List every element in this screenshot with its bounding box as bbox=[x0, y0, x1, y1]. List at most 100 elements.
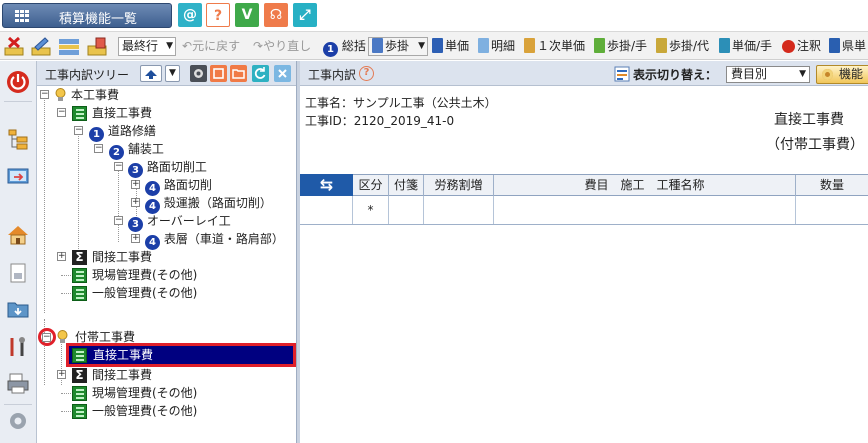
column-quantity[interactable]: 数量 bbox=[796, 175, 868, 196]
column-category[interactable]: 区分 bbox=[353, 175, 389, 196]
screen-icon[interactable] bbox=[6, 165, 30, 189]
gear-icon[interactable] bbox=[6, 409, 30, 433]
feature-list-button[interactable]: 積算機能一覧 bbox=[2, 3, 172, 28]
tree-node-site-management-2[interactable]: 現場管理費(その他) bbox=[92, 384, 197, 402]
swap-columns-button[interactable]: ⇆ bbox=[300, 174, 353, 196]
expand-toggle[interactable]: + bbox=[57, 252, 66, 261]
final-row-select[interactable]: 最終行 ▼ bbox=[118, 37, 176, 56]
column-sticky[interactable]: 付箋 bbox=[389, 175, 424, 196]
tree-node-label: 殻運搬（路面切削） bbox=[163, 196, 272, 210]
tree-view-icon[interactable] bbox=[6, 127, 30, 151]
cell-quantity[interactable] bbox=[796, 196, 868, 224]
cell-category[interactable]: * bbox=[353, 196, 389, 224]
cell-item-name[interactable] bbox=[494, 196, 796, 224]
chevron-down-icon[interactable]: ▼ bbox=[165, 65, 180, 82]
tree-node-label: 直接工事費 bbox=[92, 106, 153, 120]
first-unit-price-button[interactable]: １次単価 bbox=[524, 36, 585, 57]
project-name: 工事名：サンプル工事（公共土木） bbox=[305, 96, 497, 110]
tree-node-surface-cutting-work[interactable]: 3 路面切削工 bbox=[128, 158, 207, 178]
collapse-toggle[interactable]: − bbox=[114, 162, 123, 171]
expand-toggle[interactable]: + bbox=[131, 180, 140, 189]
project-icon bbox=[55, 88, 66, 101]
refresh-icon[interactable] bbox=[252, 65, 269, 82]
tree-node-debris-transport[interactable]: 4 殻運搬（路面切削） bbox=[145, 194, 272, 214]
tree-node-indirect-cost-2[interactable]: 間接工事費 bbox=[92, 366, 152, 384]
ratio-sub-button[interactable]: 歩掛/代 bbox=[656, 36, 709, 57]
tree-body: − 本工事費 − 直接工事費 − 1 道路修繕 − 2 舗装工 − 3 路面切削… bbox=[37, 86, 296, 443]
collapse-toggle[interactable]: − bbox=[94, 144, 103, 153]
tree-node-label: オーバーレイ工 bbox=[146, 214, 231, 228]
tree-node-site-management[interactable]: 現場管理費(その他) bbox=[92, 266, 197, 284]
collapse-toggle[interactable]: − bbox=[40, 90, 49, 99]
column-labor-premium[interactable]: 労務割増 bbox=[424, 175, 494, 196]
view-select[interactable]: 費目別 ▼ bbox=[726, 66, 810, 83]
rail-divider bbox=[4, 404, 32, 405]
details-button[interactable]: 明細 bbox=[478, 36, 515, 57]
document-icon[interactable] bbox=[6, 261, 30, 285]
expand-toggle[interactable]: + bbox=[131, 234, 140, 243]
folder-open-icon[interactable] bbox=[230, 65, 247, 82]
tree-node-direct-cost[interactable]: 直接工事費 bbox=[92, 104, 152, 122]
tree-node-surface-cutting[interactable]: 4 路面切削 bbox=[145, 176, 212, 196]
power-icon[interactable] bbox=[6, 70, 30, 94]
help-icon[interactable]: ? bbox=[359, 66, 374, 81]
close-icon[interactable] bbox=[274, 65, 291, 82]
collapse-toggle[interactable]: − bbox=[114, 216, 123, 225]
table-row[interactable]: * bbox=[300, 196, 868, 225]
tree-node-road-repair[interactable]: 1 道路修繕 bbox=[89, 122, 156, 142]
row-handle[interactable] bbox=[300, 196, 353, 224]
level-2-icon: 2 bbox=[109, 145, 124, 160]
beginner-icon[interactable]: V bbox=[235, 3, 259, 27]
function-button[interactable]: 機能 bbox=[816, 65, 868, 84]
list-icon bbox=[72, 106, 87, 121]
cell-sticky[interactable] bbox=[389, 196, 424, 224]
prefecture-button[interactable]: 県単 bbox=[829, 36, 866, 57]
folder-icon[interactable] bbox=[6, 297, 30, 321]
collapse-toggle[interactable]: − bbox=[57, 108, 66, 117]
collapse-toggle[interactable]: − bbox=[74, 126, 83, 135]
tree-guide-line bbox=[61, 293, 71, 294]
tree-node-general-management-2[interactable]: 一般管理費(その他) bbox=[92, 402, 197, 420]
support-icon[interactable]: ☊ bbox=[264, 3, 288, 27]
delete-row-icon[interactable] bbox=[3, 36, 25, 57]
tree-node-overlay-work[interactable]: 3 オーバーレイ工 bbox=[128, 212, 231, 232]
tree-node-general-management[interactable]: 一般管理費(その他) bbox=[92, 284, 197, 302]
note-button[interactable]: 注釈 bbox=[782, 36, 821, 57]
expand-toggle[interactable]: + bbox=[57, 370, 66, 379]
edit-row-icon[interactable] bbox=[30, 36, 52, 57]
redo-button[interactable]: ↷やり直し bbox=[253, 36, 311, 57]
tree-node-indirect-cost[interactable]: 間接工事費 bbox=[92, 248, 152, 266]
pin-icon[interactable] bbox=[140, 65, 162, 82]
unit-price-button[interactable]: 単価 bbox=[432, 36, 469, 57]
chevron-down-icon: ▼ bbox=[418, 41, 425, 51]
ratio-hand-button[interactable]: 歩掛/手 bbox=[594, 36, 647, 57]
tree-node-surface-layer[interactable]: 4 表層（車道・路肩部） bbox=[145, 230, 284, 250]
tree-node-paving[interactable]: 2 舗装工 bbox=[109, 140, 164, 160]
collapse-toggle[interactable]: − bbox=[42, 333, 51, 342]
tools-icon[interactable] bbox=[6, 335, 30, 359]
ratio-select[interactable]: 歩掛 ▼ bbox=[368, 37, 428, 56]
expand-toggle[interactable]: + bbox=[131, 198, 140, 207]
list-icon bbox=[72, 404, 87, 419]
home-icon[interactable] bbox=[6, 223, 30, 247]
undo-button[interactable]: ↶元に戻す bbox=[182, 36, 240, 57]
side-rail bbox=[0, 61, 37, 443]
at-icon[interactable]: @ bbox=[178, 3, 202, 27]
help-icon[interactable]: ? bbox=[206, 3, 230, 27]
section-heading: 直接工事費 bbox=[774, 112, 844, 128]
window-icon[interactable] bbox=[210, 65, 227, 82]
insert-row-icon[interactable] bbox=[58, 36, 80, 57]
tree-node-main-cost[interactable]: 本工事費 bbox=[71, 86, 119, 104]
tree-node-label: 本工事費 bbox=[71, 88, 120, 102]
undo-icon: ↶ bbox=[182, 39, 193, 53]
top-bar: 積算機能一覧 @ ? V ☊ ⤢ bbox=[0, 0, 868, 30]
total-button[interactable]: 1 総括 bbox=[323, 36, 366, 57]
grid-header: 区分 付箋 労務割増 費目 施工 工種名称 数量 bbox=[300, 174, 868, 196]
cell-labor-premium[interactable] bbox=[424, 196, 494, 224]
column-item-name[interactable]: 費目 施工 工種名称 bbox=[494, 175, 796, 196]
unit-hand-button[interactable]: 単価/手 bbox=[719, 36, 772, 57]
expand-icon[interactable]: ⤢ bbox=[293, 3, 317, 27]
copy-row-icon[interactable] bbox=[86, 36, 108, 57]
print-icon[interactable] bbox=[6, 371, 30, 395]
settings-icon[interactable] bbox=[190, 65, 207, 82]
